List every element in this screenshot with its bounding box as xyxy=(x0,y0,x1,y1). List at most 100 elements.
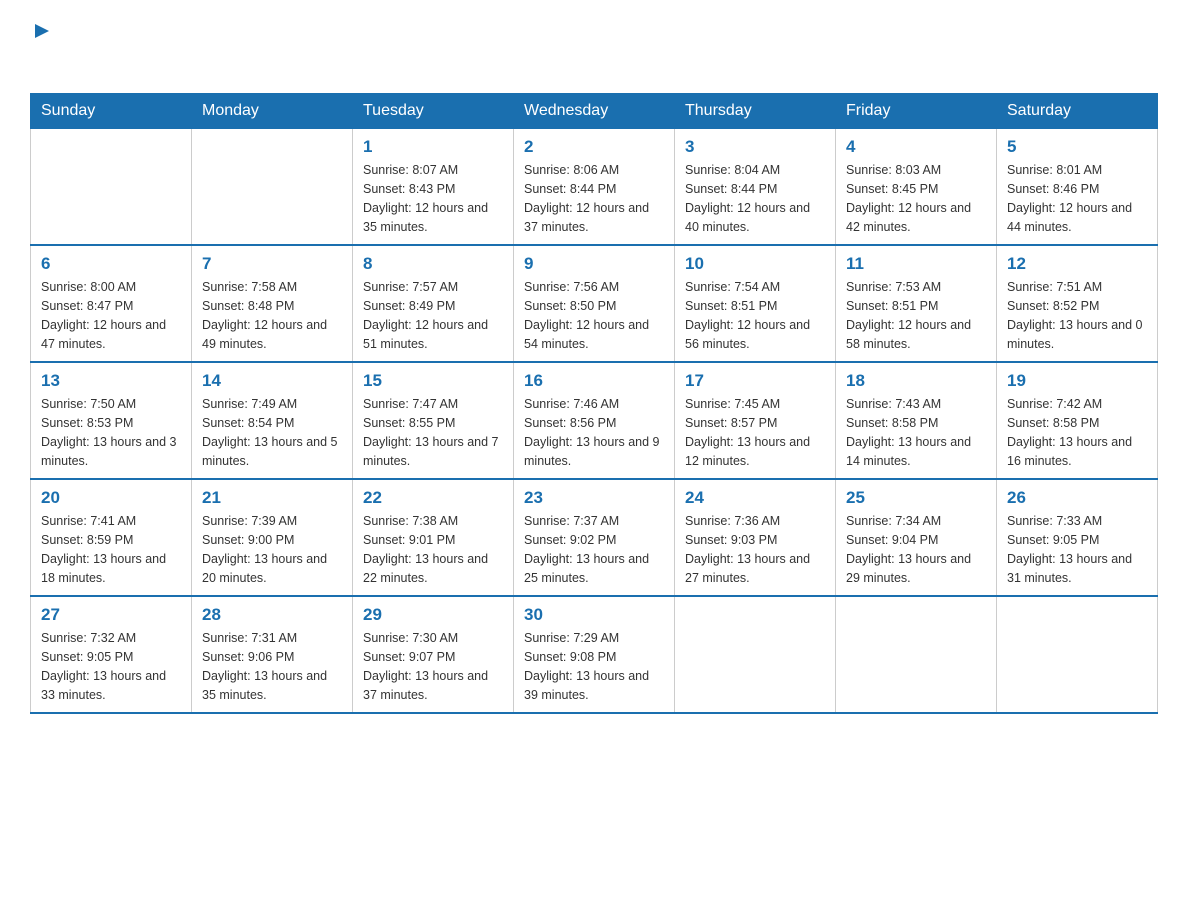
calendar-week-row: 20 Sunrise: 7:41 AMSunset: 8:59 PMDayligh… xyxy=(31,479,1158,596)
day-info: Sunrise: 7:42 AMSunset: 8:58 PMDaylight:… xyxy=(1007,395,1147,470)
day-number: 20 xyxy=(41,488,181,508)
day-number: 10 xyxy=(685,254,825,274)
day-info: Sunrise: 7:30 AMSunset: 9:07 PMDaylight:… xyxy=(363,629,503,704)
weekday-header-thursday: Thursday xyxy=(675,94,836,129)
day-info: Sunrise: 7:31 AMSunset: 9:06 PMDaylight:… xyxy=(202,629,342,704)
calendar-cell xyxy=(675,596,836,713)
day-number: 4 xyxy=(846,137,986,157)
calendar-cell: 25 Sunrise: 7:34 AMSunset: 9:04 PMDayligh… xyxy=(836,479,997,596)
calendar-week-row: 13 Sunrise: 7:50 AMSunset: 8:53 PMDayligh… xyxy=(31,362,1158,479)
day-info: Sunrise: 8:00 AMSunset: 8:47 PMDaylight:… xyxy=(41,278,181,353)
weekday-header-friday: Friday xyxy=(836,94,997,129)
calendar-cell: 16 Sunrise: 7:46 AMSunset: 8:56 PMDayligh… xyxy=(514,362,675,479)
calendar-cell xyxy=(836,596,997,713)
day-info: Sunrise: 8:04 AMSunset: 8:44 PMDaylight:… xyxy=(685,161,825,236)
day-number: 2 xyxy=(524,137,664,157)
calendar-cell xyxy=(997,596,1158,713)
calendar-header-row: SundayMondayTuesdayWednesdayThursdayFrid… xyxy=(31,94,1158,129)
logo-arrow-icon xyxy=(33,22,51,45)
day-info: Sunrise: 7:45 AMSunset: 8:57 PMDaylight:… xyxy=(685,395,825,470)
calendar-cell: 1Sunrise: 8:07 AMSunset: 8:43 PMDaylight… xyxy=(353,129,514,246)
day-info: Sunrise: 8:06 AMSunset: 8:44 PMDaylight:… xyxy=(524,161,664,236)
day-number: 14 xyxy=(202,371,342,391)
day-number: 29 xyxy=(363,605,503,625)
day-number: 16 xyxy=(524,371,664,391)
day-info: Sunrise: 7:51 AMSunset: 8:52 PMDaylight:… xyxy=(1007,278,1147,353)
day-info: Sunrise: 7:47 AMSunset: 8:55 PMDaylight:… xyxy=(363,395,503,470)
day-info: Sunrise: 7:43 AMSunset: 8:58 PMDaylight:… xyxy=(846,395,986,470)
day-info: Sunrise: 7:56 AMSunset: 8:50 PMDaylight:… xyxy=(524,278,664,353)
calendar-cell: 26Sunrise: 7:33 AMSunset: 9:05 PMDayligh… xyxy=(997,479,1158,596)
day-info: Sunrise: 7:57 AMSunset: 8:49 PMDaylight:… xyxy=(363,278,503,353)
day-number: 30 xyxy=(524,605,664,625)
day-number: 25 xyxy=(846,488,986,508)
day-number: 6 xyxy=(41,254,181,274)
calendar-cell: 15 Sunrise: 7:47 AMSunset: 8:55 PMDayligh… xyxy=(353,362,514,479)
calendar-cell: 18 Sunrise: 7:43 AMSunset: 8:58 PMDayligh… xyxy=(836,362,997,479)
calendar-week-row: 27 Sunrise: 7:32 AMSunset: 9:05 PMDayligh… xyxy=(31,596,1158,713)
logo xyxy=(30,20,51,75)
day-info: Sunrise: 7:37 AMSunset: 9:02 PMDaylight:… xyxy=(524,512,664,587)
day-number: 13 xyxy=(41,371,181,391)
day-number: 24 xyxy=(685,488,825,508)
day-number: 18 xyxy=(846,371,986,391)
calendar-cell: 17 Sunrise: 7:45 AMSunset: 8:57 PMDayligh… xyxy=(675,362,836,479)
day-info: Sunrise: 7:34 AMSunset: 9:04 PMDaylight:… xyxy=(846,512,986,587)
day-info: Sunrise: 7:50 AMSunset: 8:53 PMDaylight:… xyxy=(41,395,181,470)
calendar-cell: 22 Sunrise: 7:38 AMSunset: 9:01 PMDayligh… xyxy=(353,479,514,596)
day-info: Sunrise: 8:07 AMSunset: 8:43 PMDaylight:… xyxy=(363,161,503,236)
day-info: Sunrise: 7:32 AMSunset: 9:05 PMDaylight:… xyxy=(41,629,181,704)
calendar-cell: 30Sunrise: 7:29 AMSunset: 9:08 PMDayligh… xyxy=(514,596,675,713)
day-number: 5 xyxy=(1007,137,1147,157)
calendar-week-row: 6 Sunrise: 8:00 AMSunset: 8:47 PMDaylight… xyxy=(31,245,1158,362)
calendar-cell: 23 Sunrise: 7:37 AMSunset: 9:02 PMDayligh… xyxy=(514,479,675,596)
day-number: 27 xyxy=(41,605,181,625)
day-info: Sunrise: 7:46 AMSunset: 8:56 PMDaylight:… xyxy=(524,395,664,470)
calendar-cell: 13 Sunrise: 7:50 AMSunset: 8:53 PMDayligh… xyxy=(31,362,192,479)
day-number: 19 xyxy=(1007,371,1147,391)
logo-blue-text xyxy=(30,44,34,75)
day-number: 28 xyxy=(202,605,342,625)
day-info: Sunrise: 7:33 AMSunset: 9:05 PMDaylight:… xyxy=(1007,512,1147,587)
calendar-cell: 5 Sunrise: 8:01 AMSunset: 8:46 PMDaylight… xyxy=(997,129,1158,246)
day-info: Sunrise: 7:36 AMSunset: 9:03 PMDaylight:… xyxy=(685,512,825,587)
calendar-cell: 28 Sunrise: 7:31 AMSunset: 9:06 PMDayligh… xyxy=(192,596,353,713)
calendar-cell: 6 Sunrise: 8:00 AMSunset: 8:47 PMDaylight… xyxy=(31,245,192,362)
day-number: 8 xyxy=(363,254,503,274)
weekday-header-sunday: Sunday xyxy=(31,94,192,129)
day-info: Sunrise: 7:39 AMSunset: 9:00 PMDaylight:… xyxy=(202,512,342,587)
day-info: Sunrise: 7:58 AMSunset: 8:48 PMDaylight:… xyxy=(202,278,342,353)
weekday-header-wednesday: Wednesday xyxy=(514,94,675,129)
calendar-cell: 12Sunrise: 7:51 AMSunset: 8:52 PMDayligh… xyxy=(997,245,1158,362)
calendar-cell: 8 Sunrise: 7:57 AMSunset: 8:49 PMDaylight… xyxy=(353,245,514,362)
day-info: Sunrise: 7:53 AMSunset: 8:51 PMDaylight:… xyxy=(846,278,986,353)
day-number: 21 xyxy=(202,488,342,508)
calendar-cell: 20 Sunrise: 7:41 AMSunset: 8:59 PMDayligh… xyxy=(31,479,192,596)
calendar-cell: 11 Sunrise: 7:53 AMSunset: 8:51 PMDayligh… xyxy=(836,245,997,362)
calendar-cell: 3 Sunrise: 8:04 AMSunset: 8:44 PMDaylight… xyxy=(675,129,836,246)
weekday-header-monday: Monday xyxy=(192,94,353,129)
day-number: 23 xyxy=(524,488,664,508)
day-number: 17 xyxy=(685,371,825,391)
calendar-cell: 10 Sunrise: 7:54 AMSunset: 8:51 PMDayligh… xyxy=(675,245,836,362)
calendar-cell xyxy=(31,129,192,246)
day-number: 9 xyxy=(524,254,664,274)
day-info: Sunrise: 7:41 AMSunset: 8:59 PMDaylight:… xyxy=(41,512,181,587)
calendar-cell: 4 Sunrise: 8:03 AMSunset: 8:45 PMDaylight… xyxy=(836,129,997,246)
weekday-header-tuesday: Tuesday xyxy=(353,94,514,129)
calendar-cell: 2 Sunrise: 8:06 AMSunset: 8:44 PMDaylight… xyxy=(514,129,675,246)
day-number: 3 xyxy=(685,137,825,157)
day-info: Sunrise: 8:01 AMSunset: 8:46 PMDaylight:… xyxy=(1007,161,1147,236)
day-info: Sunrise: 7:49 AMSunset: 8:54 PMDaylight:… xyxy=(202,395,342,470)
day-number: 22 xyxy=(363,488,503,508)
day-info: Sunrise: 7:54 AMSunset: 8:51 PMDaylight:… xyxy=(685,278,825,353)
day-number: 15 xyxy=(363,371,503,391)
day-info: Sunrise: 7:38 AMSunset: 9:01 PMDaylight:… xyxy=(363,512,503,587)
day-info: Sunrise: 8:03 AMSunset: 8:45 PMDaylight:… xyxy=(846,161,986,236)
day-number: 11 xyxy=(846,254,986,274)
calendar-cell xyxy=(192,129,353,246)
calendar-cell: 14 Sunrise: 7:49 AMSunset: 8:54 PMDayligh… xyxy=(192,362,353,479)
calendar-cell: 21 Sunrise: 7:39 AMSunset: 9:00 PMDayligh… xyxy=(192,479,353,596)
calendar-cell: 29 Sunrise: 7:30 AMSunset: 9:07 PMDayligh… xyxy=(353,596,514,713)
calendar-cell: 19 Sunrise: 7:42 AMSunset: 8:58 PMDayligh… xyxy=(997,362,1158,479)
